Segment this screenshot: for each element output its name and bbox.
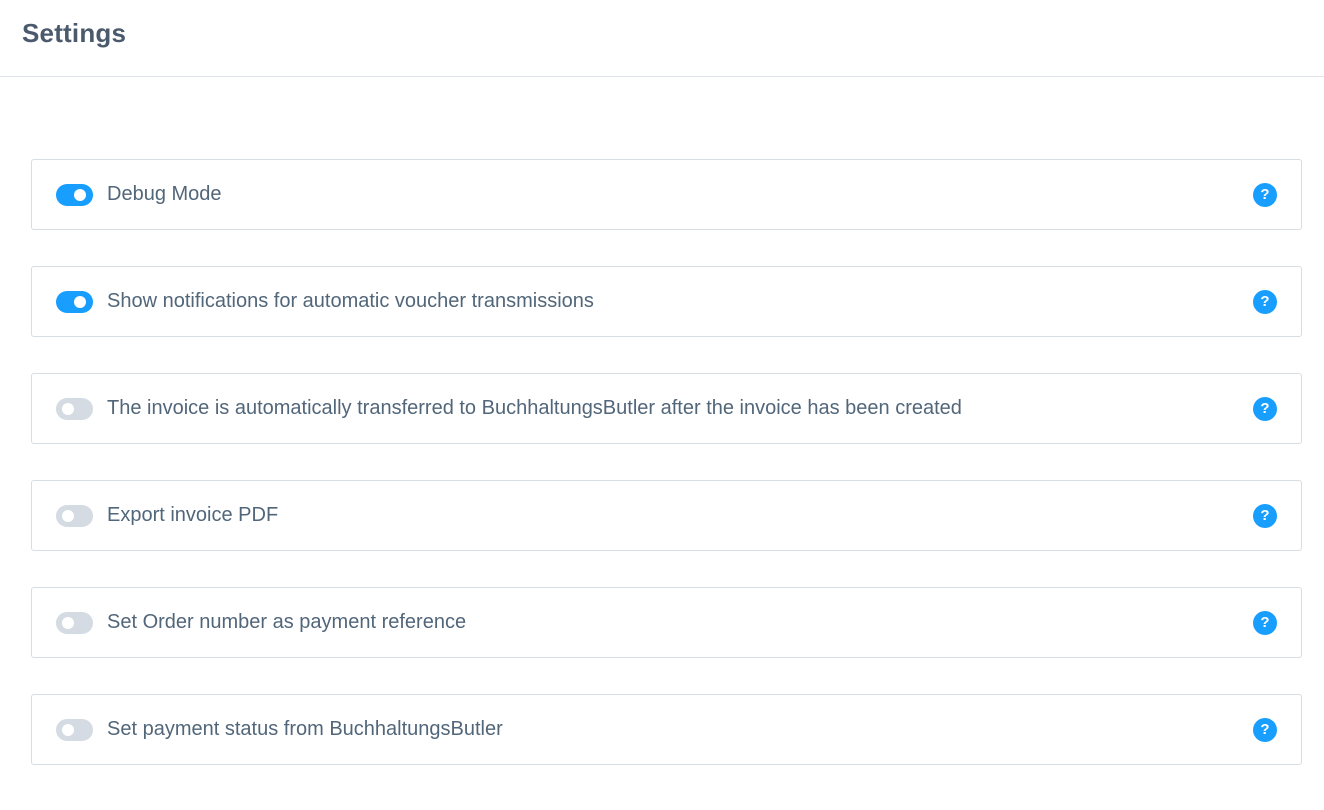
page-header: Settings <box>0 0 1324 77</box>
toggle-knob <box>62 724 74 736</box>
settings-list: Debug Mode ? Show notifications for auto… <box>31 159 1302 801</box>
setting-row-debug-mode: Debug Mode ? <box>31 159 1302 230</box>
setting-label: Set Order number as payment reference <box>107 611 467 633</box>
question-circle-icon[interactable]: ? <box>1253 504 1277 528</box>
setting-label: Show notifications for automatic voucher… <box>107 290 594 312</box>
export-invoice-pdf-toggle[interactable] <box>56 505 93 527</box>
toggle-knob <box>62 403 74 415</box>
question-circle-icon[interactable]: ? <box>1253 290 1277 314</box>
setting-label: Debug Mode <box>107 183 222 205</box>
setting-row-payment-status: Set payment status from BuchhaltungsButl… <box>31 694 1302 765</box>
toggle-knob <box>62 510 74 522</box>
setting-row-export-invoice-pdf: Export invoice PDF ? <box>31 480 1302 551</box>
question-circle-icon[interactable]: ? <box>1253 183 1277 207</box>
toggle-knob <box>62 617 74 629</box>
setting-label: The invoice is automatically transferred… <box>107 397 962 419</box>
toggle-knob <box>74 189 86 201</box>
show-notifications-toggle[interactable] <box>56 291 93 313</box>
payment-status-toggle[interactable] <box>56 719 93 741</box>
setting-row-order-number-reference: Set Order number as payment reference ? <box>31 587 1302 658</box>
setting-label: Set payment status from BuchhaltungsButl… <box>107 718 503 740</box>
setting-row-show-notifications: Show notifications for automatic voucher… <box>31 266 1302 337</box>
page-title: Settings <box>22 18 127 48</box>
setting-row-auto-transfer-invoice: The invoice is automatically transferred… <box>31 373 1302 444</box>
toggle-knob <box>74 296 86 308</box>
order-number-reference-toggle[interactable] <box>56 612 93 634</box>
setting-label: Export invoice PDF <box>107 504 279 526</box>
question-circle-icon[interactable]: ? <box>1253 611 1277 635</box>
auto-transfer-invoice-toggle[interactable] <box>56 398 93 420</box>
question-circle-icon[interactable]: ? <box>1253 718 1277 742</box>
debug-mode-toggle[interactable] <box>56 184 93 206</box>
question-circle-icon[interactable]: ? <box>1253 397 1277 421</box>
